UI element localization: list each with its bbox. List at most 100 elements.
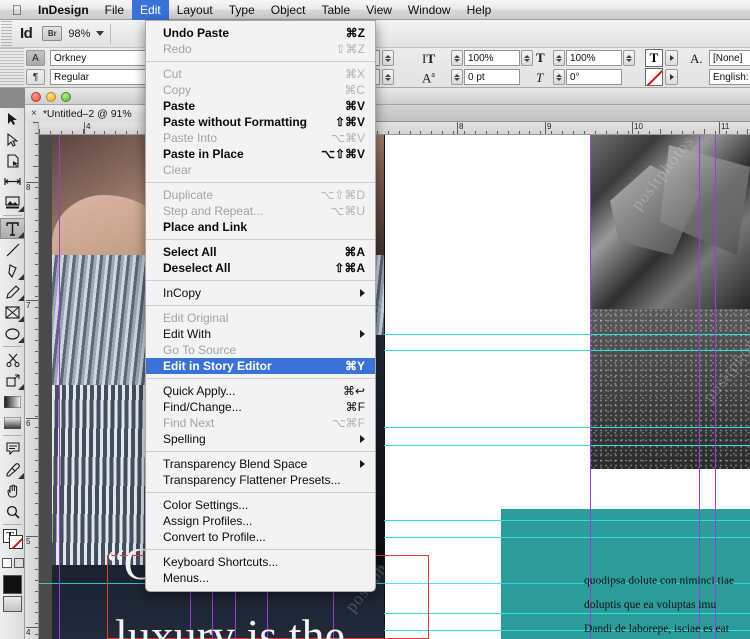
formatting-affects-container-icon[interactable] [1, 558, 12, 568]
menu-item-assign-profiles[interactable]: Assign Profiles... [146, 513, 375, 529]
baseline-shift-stepper[interactable] [451, 69, 463, 85]
gradient-feather-tool[interactable] [0, 412, 25, 433]
menu-item-color-settings[interactable]: Color Settings... [146, 497, 375, 513]
ruler-guide[interactable] [384, 613, 750, 614]
chevron-down-icon[interactable] [96, 31, 105, 36]
ruler-guide[interactable] [384, 334, 750, 335]
menu-item-convert-to-profile[interactable]: Convert to Profile... [146, 529, 375, 545]
menu-item-transparency-blend-space[interactable]: Transparency Blend Space [146, 456, 375, 472]
menu-item-incopy[interactable]: InCopy [146, 285, 375, 301]
menu-item-deselect-all[interactable]: Deselect All ⇧⌘A [146, 260, 375, 276]
rectangle-frame-tool[interactable] [0, 302, 25, 323]
type-tool[interactable] [0, 218, 25, 239]
teal-color-block[interactable] [501, 509, 750, 639]
skew-stepper[interactable] [553, 69, 565, 85]
display-quote-line-2[interactable]: luxury is the [115, 613, 345, 639]
menu-item-edit-with[interactable]: Edit With [146, 326, 375, 342]
tool-flyout-indicator[interactable] [18, 232, 24, 238]
language-field[interactable]: English: UK [709, 69, 750, 85]
menu-item-file[interactable]: File [97, 0, 132, 20]
right-page-photo[interactable]: positphotos positphotos [590, 135, 750, 469]
tool-flyout-indicator[interactable] [18, 337, 24, 343]
menu-item-layout[interactable]: Layout [169, 0, 221, 20]
menu-app-name[interactable]: InDesign [30, 0, 97, 20]
menu-item-type[interactable]: Type [221, 0, 263, 20]
gradient-swatch-tool[interactable] [0, 391, 25, 412]
baseline-shift-field[interactable]: 0 pt [464, 69, 520, 85]
selection-tool[interactable] [0, 108, 25, 129]
tool-flyout-indicator[interactable] [18, 473, 24, 479]
direct-selection-tool[interactable] [0, 129, 25, 150]
edit-menu-dropdown[interactable]: Undo Paste ⌘Z Redo ⇧⌘Z Cut ⌘X Copy ⌘C Paste ⌘V Pas… [145, 20, 376, 592]
minimize-window-button[interactable] [46, 92, 56, 102]
paragraph-style-field[interactable]: [None] [709, 50, 750, 66]
formatting-affects-container[interactable] [0, 553, 25, 573]
menu-item-window[interactable]: Window [400, 0, 459, 20]
margin-guide[interactable] [59, 135, 60, 639]
panel-grip-icon[interactable] [1, 20, 12, 47]
zoom-tool[interactable] [0, 501, 25, 522]
apple-logo-icon[interactable]:  [8, 3, 26, 17]
skew-field[interactable]: 0° [566, 69, 622, 85]
ruler-guide[interactable] [384, 445, 750, 446]
content-collector-tool[interactable] [0, 192, 25, 213]
tool-flyout-indicator[interactable] [18, 316, 24, 322]
vertical-scale-field[interactable]: 100% [464, 50, 520, 66]
line-tool[interactable] [0, 239, 25, 260]
menu-item-help[interactable]: Help [459, 0, 500, 20]
stroke-swatch[interactable] [645, 68, 663, 86]
menu-item-place-and-link[interactable]: Place and Link [146, 219, 375, 235]
apply-color-button[interactable] [2, 575, 22, 594]
character-formatting-button[interactable]: A [26, 50, 45, 66]
page-tool[interactable] [0, 150, 25, 171]
vertical-ruler[interactable]: 8 7 6 5 4 [25, 122, 39, 639]
menu-item-keyboard-shortcuts[interactable]: Keyboard Shortcuts... [146, 554, 375, 570]
menu-item-spelling[interactable]: Spelling [146, 431, 375, 447]
fill-swatch-menu-button[interactable] [665, 50, 678, 66]
menu-item-edit[interactable]: Edit [132, 0, 169, 20]
menu-item-select-all[interactable]: Select All ⌘A [146, 244, 375, 260]
menu-item-quick-apply[interactable]: Quick Apply... ⌘↩ [146, 383, 375, 399]
hand-tool[interactable] [0, 480, 25, 501]
horizontal-scale-field[interactable]: 100% [566, 50, 622, 66]
menu-item-edit-in-story-editor[interactable]: Edit in Story Editor ⌘Y [146, 358, 375, 374]
fill-swatch[interactable]: T [645, 49, 663, 67]
bridge-button[interactable]: Br [42, 26, 63, 41]
vertical-scale-stepper-2[interactable] [521, 50, 533, 66]
menu-item-paste-without-formatting[interactable]: Paste without Formatting ⇧⌘V [146, 114, 375, 130]
tools-panel[interactable]: T [0, 108, 25, 639]
formatting-affects-text-icon[interactable] [13, 558, 24, 568]
menu-item-menus[interactable]: Menus... [146, 570, 375, 586]
stroke-swatch-menu-button[interactable] [665, 69, 678, 85]
tab-close-icon[interactable]: × [31, 108, 37, 119]
body-copy-line[interactable]: quodipsa dolute con niminci tiae [584, 575, 734, 587]
pen-tool[interactable] [0, 260, 25, 281]
free-transform-tool[interactable] [0, 370, 25, 391]
note-tool[interactable] [0, 438, 25, 459]
ellipse-tool[interactable] [0, 323, 25, 344]
gap-tool[interactable] [0, 171, 25, 192]
tool-flyout-indicator[interactable] [18, 274, 24, 280]
zoom-level-field[interactable]: 98% [62, 28, 96, 40]
menu-item-undo-paste[interactable]: Undo Paste ⌘Z [146, 25, 375, 41]
eyedropper-tool[interactable] [0, 459, 25, 480]
menu-item-table[interactable]: Table [313, 0, 358, 20]
menu-item-paste-in-place[interactable]: Paste in Place ⌥⇧⌘V [146, 146, 375, 162]
font-size-stepper[interactable] [382, 50, 394, 66]
menu-item-transparency-flattener-presets[interactable]: Transparency Flattener Presets... [146, 472, 375, 488]
menu-item-object[interactable]: Object [263, 0, 314, 20]
vertical-scale-stepper[interactable] [451, 50, 463, 66]
margin-guide[interactable] [699, 135, 700, 639]
close-window-button[interactable] [31, 92, 41, 102]
horizontal-scale-stepper[interactable] [553, 50, 565, 66]
zoom-window-button[interactable] [61, 92, 71, 102]
panel-grip-icon[interactable] [0, 48, 24, 88]
pencil-tool[interactable] [0, 281, 25, 302]
margin-guide[interactable] [590, 135, 591, 639]
menu-item-view[interactable]: View [358, 0, 400, 20]
stroke-swatch[interactable] [9, 535, 23, 549]
ruler-guide[interactable] [384, 537, 750, 538]
body-copy-line[interactable]: Dandi de laborepe, isciae es eat [584, 623, 729, 635]
ruler-guide[interactable] [384, 520, 750, 521]
ruler-guide[interactable] [384, 427, 750, 428]
